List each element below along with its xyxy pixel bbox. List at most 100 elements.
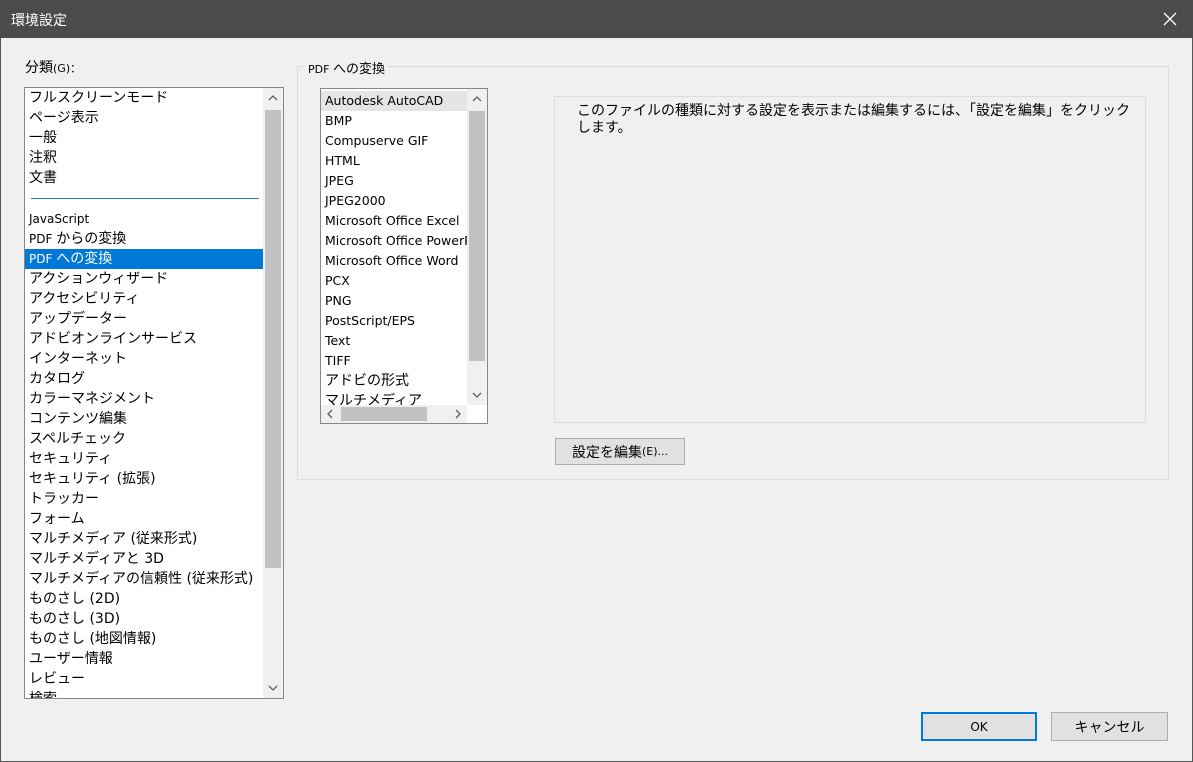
edit-settings-label: 設定を編集	[571, 444, 642, 461]
format-hscrollbar[interactable]	[321, 405, 467, 423]
category-item-label: コンテンツ編集	[29, 411, 127, 427]
group-title: PDF への変換	[305, 58, 388, 77]
format-scroll-right-button[interactable]	[449, 405, 467, 423]
category-item-label: ものさし (地図情報)	[29, 631, 157, 647]
format-item[interactable]: アドビの形式	[321, 371, 467, 391]
format-item[interactable]: Compuserve GIF	[321, 131, 467, 151]
format-item[interactable]: Microsoft Office PowerPoint	[321, 231, 467, 251]
chevron-up-icon	[268, 95, 278, 101]
format-scroll-left-button[interactable]	[321, 405, 339, 423]
format-vscrollbar[interactable]	[467, 89, 487, 405]
category-item[interactable]: レビュー	[25, 669, 263, 689]
category-item-label: セキュリティ (拡張)	[29, 471, 156, 487]
category-item-prefix: PDF	[29, 232, 57, 246]
scroll-down-button[interactable]	[263, 678, 283, 698]
category-item[interactable]: フルスクリーンモード	[25, 88, 263, 108]
category-label-accel: (G)：	[53, 62, 82, 75]
file-format-list[interactable]: Autodesk AutoCAD BMP Compuserve GIF HTML JPE…	[320, 88, 488, 424]
category-item-selected[interactable]: PDF への変換	[25, 249, 263, 269]
close-button[interactable]	[1147, 0, 1193, 38]
scroll-up-button[interactable]	[263, 88, 283, 108]
group-title-prefix: PDF	[308, 63, 333, 76]
edit-settings-button[interactable]: 設定を編集 (E)...	[555, 438, 685, 465]
category-list[interactable]: フルスクリーンモード ページ表示 一般 注釈 文書 JavaScript PDF からの変換…	[24, 87, 284, 699]
category-item[interactable]: アドビオンラインサービス	[25, 329, 263, 349]
category-label: 分類(G)：	[25, 57, 81, 77]
category-item[interactable]: ものさし (地図情報)	[25, 629, 263, 649]
category-item-prefix: PDF	[29, 252, 57, 266]
category-item-label: セキュリティ	[29, 451, 113, 467]
title-bar: 環境設定	[0, 0, 1193, 38]
category-item-label: アドビオンラインサービス	[29, 331, 197, 347]
scroll-thumb[interactable]	[265, 110, 281, 568]
category-item-label: アクションウィザード	[29, 271, 169, 287]
format-item[interactable]: JPEG2000	[321, 191, 467, 211]
window-title: 環境設定	[11, 13, 67, 29]
category-item-label: からの変換	[56, 231, 127, 247]
format-scroll-down-button[interactable]	[467, 385, 487, 405]
category-item-label: 検索	[29, 691, 57, 699]
group-title-text: への変換	[332, 62, 385, 77]
category-item-label: への変換	[56, 251, 113, 267]
category-item[interactable]: マルチメディアと 3D	[25, 549, 263, 569]
format-item[interactable]: Microsoft Office Excel	[321, 211, 467, 231]
category-item[interactable]: 文書	[25, 168, 263, 188]
format-scroll-thumb[interactable]	[469, 111, 485, 361]
description-box: このファイルの種類に対する設定を表示または編集するには、「設定を編集」をクリック…	[554, 96, 1146, 423]
edit-settings-accel: (E)...	[641, 445, 669, 458]
category-item[interactable]: ものさし (3D)	[25, 609, 263, 629]
format-item[interactable]: JPEG	[321, 171, 467, 191]
category-item[interactable]: セキュリティ	[25, 449, 263, 469]
format-item[interactable]: PCX	[321, 271, 467, 291]
category-item[interactable]: セキュリティ (拡張)	[25, 469, 263, 489]
category-item-label: マルチメディア (従来形式)	[29, 531, 198, 547]
category-item[interactable]: マルチメディアの信頼性 (従来形式)	[25, 569, 263, 589]
format-scroll-up-button[interactable]	[467, 89, 487, 109]
category-item[interactable]: カタログ	[25, 369, 263, 389]
category-item[interactable]: フォーム	[25, 509, 263, 529]
format-item[interactable]: BMP	[321, 111, 467, 131]
category-item[interactable]: 注釈	[25, 148, 263, 168]
category-item[interactable]: JavaScript	[25, 209, 263, 229]
category-item-label: マルチメディアの信頼性 (従来形式)	[29, 571, 254, 587]
ok-button[interactable]: OK	[921, 712, 1037, 741]
chevron-down-icon	[268, 685, 278, 691]
cancel-button[interactable]: キャンセル	[1051, 712, 1168, 741]
category-item[interactable]: ものさし (2D)	[25, 589, 263, 609]
chevron-right-icon	[455, 409, 461, 419]
format-item[interactable]: PostScript/EPS	[321, 311, 467, 331]
category-item[interactable]: スペルチェック	[25, 429, 263, 449]
format-item[interactable]: PNG	[321, 291, 467, 311]
category-item-label: レビュー	[29, 671, 85, 687]
category-item[interactable]: インターネット	[25, 349, 263, 369]
chevron-up-icon	[472, 96, 482, 102]
description-text: このファイルの種類に対する設定を表示または編集するには、「設定を編集」をクリック…	[577, 103, 1130, 136]
category-item[interactable]: マルチメディア (従来形式)	[25, 529, 263, 549]
category-items: フルスクリーンモード ページ表示 一般 注釈 文書 JavaScript PDF からの変換…	[25, 88, 263, 699]
category-item[interactable]: 検索	[25, 689, 263, 699]
category-item-label: トラッカー	[29, 491, 99, 507]
category-item-label: フォーム	[29, 511, 85, 527]
category-item[interactable]: 一般	[25, 128, 263, 148]
category-scrollbar[interactable]	[263, 88, 283, 698]
format-hscroll-thumb[interactable]	[341, 407, 427, 421]
format-item[interactable]: TIFF	[321, 351, 467, 371]
category-item[interactable]: コンテンツ編集	[25, 409, 263, 429]
category-item[interactable]: ユーザー情報	[25, 649, 263, 669]
format-item[interactable]: Text	[321, 331, 467, 351]
category-item[interactable]: ページ表示	[25, 108, 263, 128]
category-label-text: 分類	[25, 60, 53, 76]
category-item-label: アクセシビリティ	[29, 291, 140, 307]
category-item[interactable]: トラッカー	[25, 489, 263, 509]
category-item[interactable]: アップデーター	[25, 309, 263, 329]
chevron-down-icon	[472, 392, 482, 398]
format-item-selected[interactable]: Autodesk AutoCAD	[321, 91, 467, 111]
format-item[interactable]: HTML	[321, 151, 467, 171]
category-item[interactable]: カラーマネジメント	[25, 389, 263, 409]
category-item[interactable]: アクションウィザード	[25, 269, 263, 289]
format-item[interactable]: Microsoft Office Word	[321, 251, 467, 271]
category-item-label: カラーマネジメント	[29, 391, 155, 407]
category-item[interactable]: PDF からの変換	[25, 229, 263, 249]
category-separator	[25, 188, 263, 209]
category-item[interactable]: アクセシビリティ	[25, 289, 263, 309]
